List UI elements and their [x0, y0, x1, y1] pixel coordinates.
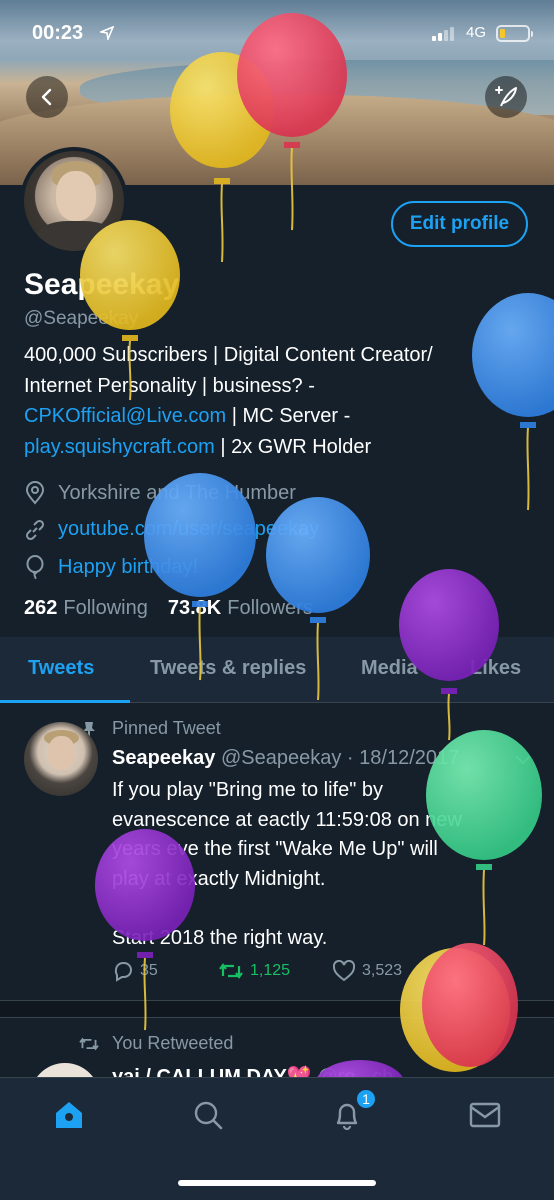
tab-likes[interactable]: Likes [470, 657, 521, 680]
location-pin-icon [25, 481, 45, 505]
bio-line-3: | MC Server - [226, 405, 351, 427]
home-icon [56, 1102, 82, 1128]
battery-icon [496, 25, 533, 42]
like-button[interactable]: 3,523 [332, 960, 442, 982]
retweet-icon [219, 963, 243, 979]
tab-media[interactable]: Media [361, 657, 418, 680]
tweet-handle-date: @Seapeekay · 18/12/2017 [220, 747, 460, 769]
search-icon [194, 1101, 223, 1130]
reply-icon [114, 962, 132, 982]
like-icon [332, 960, 356, 982]
location-arrow-icon [100, 26, 114, 40]
location-text: Yorkshire and The Humber [58, 481, 296, 504]
website-link[interactable]: youtube.com/user/seapeekay [58, 518, 319, 541]
nav-search[interactable] [188, 1097, 228, 1133]
profile-handle: @Seapeekay [24, 308, 139, 329]
retweet-icon [79, 1037, 99, 1051]
tweet-header: Seapeekay @Seapeekay · 18/12/2017 [112, 747, 459, 770]
compose-icon [495, 86, 517, 107]
tab-tweets-replies[interactable]: Tweets & replies [150, 657, 306, 680]
tweet-text: If you play "Bring me to life" by evanes… [112, 779, 462, 949]
profile-birthday[interactable]: Happy birthday! [24, 555, 198, 579]
balloon-icon [26, 555, 44, 579]
nav-messages[interactable] [465, 1097, 505, 1133]
profile-website[interactable]: youtube.com/user/seapeekay [24, 518, 319, 541]
tweet-divider [0, 1000, 554, 1018]
retweet-button[interactable]: 1,125 [218, 960, 332, 982]
tweet-actions: 35 1,125 3,523 [112, 960, 442, 982]
mail-icon [469, 1102, 501, 1128]
birthday-link[interactable]: Happy birthday! [58, 556, 198, 579]
followers-stat[interactable]: 73.8K Followers [168, 597, 313, 620]
bio-server-link[interactable]: play.squishycraft.com [24, 436, 215, 458]
network-type: 4G [466, 24, 487, 41]
back-arrow-icon [41, 88, 52, 106]
profile-location: Yorkshire and The Humber [24, 481, 296, 505]
you-retweeted-label: You Retweeted [112, 1033, 234, 1053]
edit-profile-button[interactable]: Edit profile [391, 201, 528, 247]
reply-button[interactable]: 35 [112, 960, 218, 982]
chevron-down-icon[interactable] [514, 754, 532, 766]
bio-line-2: Internet Personality | business? - [24, 374, 315, 397]
following-stat[interactable]: 262 Following [24, 597, 148, 620]
signal-icon [432, 27, 454, 41]
back-button[interactable] [26, 76, 68, 118]
bio-line-1: 400,000 Subscribers | Digital Content Cr… [24, 344, 433, 366]
follow-counts: 262 Following 73.8K Followers [24, 597, 313, 620]
tweet-author-avatar[interactable] [24, 722, 98, 796]
compose-button[interactable] [485, 76, 527, 118]
status-time: 00:23 [32, 22, 84, 44]
tab-tweets[interactable]: Tweets [28, 657, 94, 680]
profile-tabs: Tweets Tweets & replies Media Likes [0, 637, 554, 703]
profile-name: Seapeekay [24, 268, 180, 301]
home-indicator[interactable] [178, 1180, 376, 1186]
pinned-tweet-label: Pinned Tweet [112, 718, 221, 738]
profile-avatar[interactable] [20, 147, 128, 255]
profile-bio: 400,000 Subscribers | Digital Content Cr… [24, 340, 534, 462]
nav-home[interactable] [49, 1097, 89, 1133]
tweet-author-name[interactable]: Seapeekay [112, 747, 215, 769]
link-icon [25, 519, 45, 540]
bio-email-link[interactable]: CPKOfficial@Live.com [24, 405, 226, 427]
bio-line-4: | 2x GWR Holder [214, 435, 372, 458]
active-tab-indicator [0, 700, 130, 703]
notifications-badge: 1 [355, 1088, 377, 1110]
